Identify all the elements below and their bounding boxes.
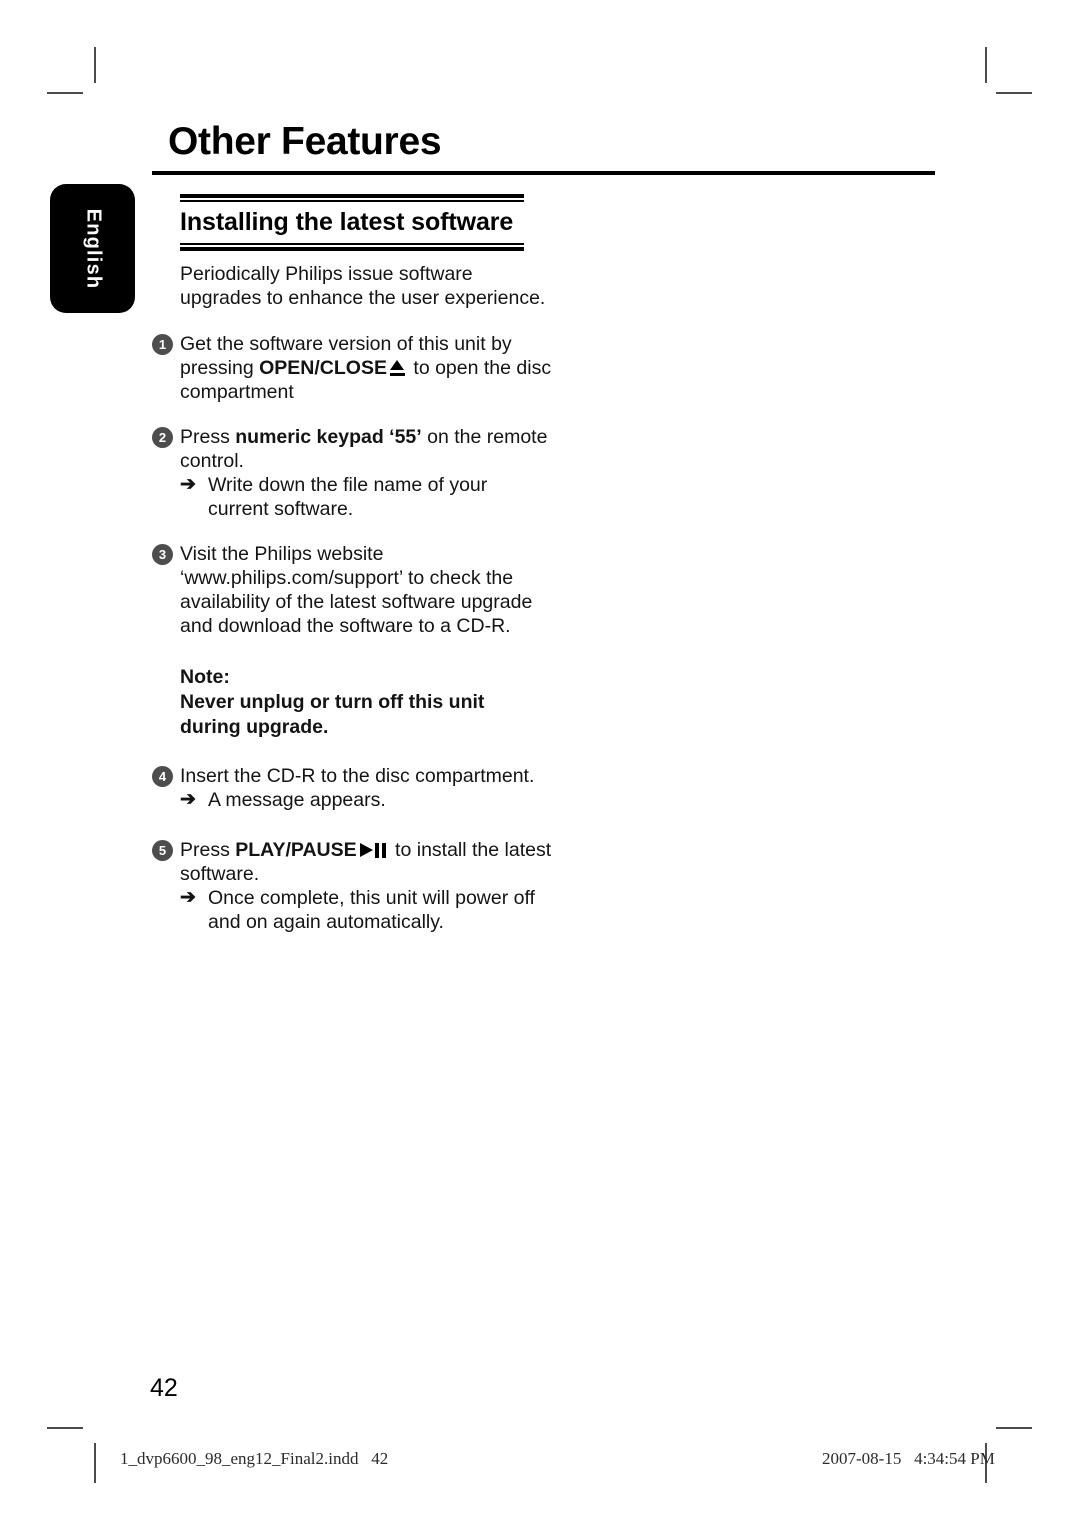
crop-mark-bottom-left-horizontal bbox=[47, 1427, 83, 1429]
note-block: Note: Never unplug or turn off this unit… bbox=[180, 664, 552, 740]
manual-page: Other Features English Installing the la… bbox=[0, 0, 1080, 1524]
intro-line-2: upgrades to enhance the user experience. bbox=[180, 287, 546, 309]
step-number-4: 4 bbox=[152, 766, 173, 787]
crop-mark-top-right-horizontal bbox=[996, 92, 1032, 94]
language-tab: English bbox=[50, 184, 135, 313]
step-5-sub-bullet: ➔ Once complete, this unit will power of… bbox=[180, 886, 552, 934]
footer-timestamp: 2007-08-15 4:34:54 PM bbox=[822, 1449, 995, 1468]
step-5: 5 Press PLAY/PAUSE to install the latest… bbox=[152, 838, 552, 934]
step-2: 2 Press numeric keypad ‘55’ on the remot… bbox=[152, 425, 552, 521]
footer-filename: 1_dvp6600_98_eng12_Final2.indd 42 bbox=[120, 1449, 389, 1468]
note-title: Note: bbox=[180, 666, 230, 688]
step-number-3: 3 bbox=[152, 544, 173, 565]
step-4-sub-bullet: ➔ A message appears. bbox=[180, 788, 552, 812]
step-4-text: Insert the CD-R to the disc compartment. bbox=[180, 765, 535, 787]
instructions-content: Periodically Philips issue software upgr… bbox=[152, 262, 552, 955]
step-2-bold: numeric keypad ‘55’ bbox=[235, 426, 422, 448]
arrow-right-icon: ➔ bbox=[180, 887, 196, 908]
crop-mark-bottom-left-vertical bbox=[94, 1443, 96, 1483]
arrow-right-icon: ➔ bbox=[180, 474, 196, 495]
crop-mark-top-left-vertical bbox=[94, 47, 96, 83]
play-pause-icon bbox=[359, 843, 388, 858]
step-number-5: 5 bbox=[152, 840, 173, 861]
intro-line-1: Periodically Philips issue software bbox=[180, 263, 473, 285]
note-line-2: during upgrade. bbox=[180, 716, 329, 738]
language-tab-label: English bbox=[82, 208, 104, 289]
section-heading: Installing the latest software bbox=[180, 208, 514, 236]
section-rule-bottom bbox=[180, 242, 524, 251]
step-5-bold: PLAY/PAUSE bbox=[235, 839, 357, 861]
note-line-1: Never unplug or turn off this unit bbox=[180, 691, 485, 713]
page-title-rule bbox=[152, 171, 935, 175]
step-5-text-before: Press bbox=[180, 839, 236, 861]
step-2-sub-bullet: ➔ Write down the file name of your curre… bbox=[180, 473, 552, 521]
crop-mark-top-left-horizontal bbox=[47, 92, 83, 94]
step-1: 1 Get the software version of this unit … bbox=[152, 332, 552, 404]
step-3: 3 Visit the Philips website ‘www.philips… bbox=[152, 542, 552, 638]
intro-paragraph: Periodically Philips issue software upgr… bbox=[180, 262, 552, 310]
step-2-sub-text: Write down the file name of your current… bbox=[208, 474, 488, 520]
step-2-text-before: Press bbox=[180, 426, 236, 448]
step-number-2: 2 bbox=[152, 427, 173, 448]
step-1-bold: OPEN/CLOSE bbox=[259, 357, 387, 379]
step-5-sub-text: Once complete, this unit will power off … bbox=[208, 887, 535, 933]
step-3-text: Visit the Philips website ‘www.philips.c… bbox=[180, 543, 533, 637]
step-4: 4 Insert the CD-R to the disc compartmen… bbox=[152, 764, 552, 812]
eject-icon bbox=[389, 360, 405, 376]
page-number: 42 bbox=[150, 1374, 178, 1402]
step-4-sub-text: A message appears. bbox=[208, 789, 386, 811]
crop-mark-top-right-vertical bbox=[985, 47, 987, 83]
step-number-1: 1 bbox=[152, 334, 173, 355]
arrow-right-icon: ➔ bbox=[180, 789, 196, 810]
page-title: Other Features bbox=[168, 120, 442, 163]
crop-mark-bottom-right-horizontal bbox=[996, 1427, 1032, 1429]
section-heading-block: Installing the latest software bbox=[180, 194, 524, 251]
section-rule-top bbox=[180, 194, 524, 202]
